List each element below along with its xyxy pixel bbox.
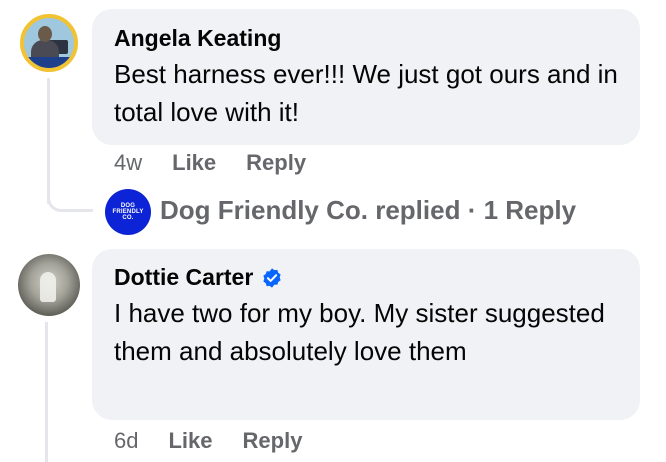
avatar-person-head (38, 26, 52, 42)
avatar-angela-keating[interactable] (20, 14, 78, 72)
comment-text: Best harness ever!!! We just got ours an… (114, 59, 618, 127)
comment-text: I have two for my boy. My sister suggest… (114, 298, 605, 366)
reply-button[interactable]: Reply (246, 150, 306, 176)
logo-line: CO. (122, 215, 134, 221)
like-button[interactable]: Like (168, 428, 212, 454)
comment-timestamp[interactable]: 6d (114, 428, 138, 454)
thread-connector (47, 178, 93, 212)
comment-timestamp[interactable]: 4w (114, 150, 142, 176)
thread-line (45, 322, 48, 462)
comment-author[interactable]: Angela Keating (114, 25, 281, 52)
comment-actions: 6d Like Reply (114, 428, 302, 454)
comment-bubble: Dottie Carter I have two for my boy. My … (92, 249, 640, 420)
avatar-figure-shape (40, 272, 56, 302)
avatar-dottie-carter[interactable] (18, 254, 80, 316)
author-name[interactable]: Dottie Carter (114, 264, 253, 291)
dog-friendly-co-logo[interactable]: DOG FRIENDLY CO. (105, 189, 151, 235)
comment-author[interactable]: Dottie Carter (114, 264, 283, 291)
like-button[interactable]: Like (172, 150, 216, 176)
comment-actions: 4w Like Reply (114, 150, 306, 176)
view-replies-link[interactable]: Dog Friendly Co. replied · 1 Reply (160, 195, 576, 226)
author-name[interactable]: Angela Keating (114, 25, 281, 52)
reply-button[interactable]: Reply (243, 428, 303, 454)
avatar-frame-strip (24, 57, 74, 68)
comment-bubble: Angela Keating Best harness ever!!! We j… (92, 9, 640, 145)
verified-badge-icon (261, 267, 283, 289)
